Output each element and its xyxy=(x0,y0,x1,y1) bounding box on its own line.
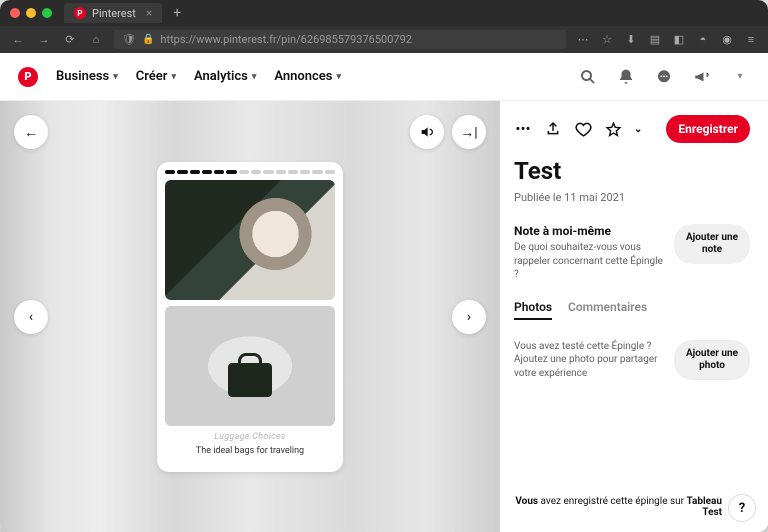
tried-section: Vous avez testé cette Épingle ? Ajoutez … xyxy=(514,340,750,381)
star-icon[interactable]: ☆ xyxy=(600,33,614,47)
story-image-2 xyxy=(165,306,335,426)
story-subcaption: The ideal bags for traveling xyxy=(165,446,335,456)
account-icon[interactable]: ◉ xyxy=(720,33,734,47)
bag-illustration xyxy=(228,363,272,397)
action-row: ••• ⌄ Enregistrer xyxy=(514,115,750,143)
save-confirmation: Vous avez enregistré cette épingle sur T… xyxy=(514,496,722,518)
nav-home-icon[interactable]: ⌂ xyxy=(88,32,104,48)
heart-icon[interactable] xyxy=(574,120,592,138)
add-note-button[interactable]: Ajouter une note xyxy=(674,224,750,264)
nav-forward-icon[interactable]: → xyxy=(36,32,52,48)
chevron-down-icon: ▾ xyxy=(336,72,341,82)
new-tab-button[interactable]: + xyxy=(168,4,186,22)
note-heading: Note à moi-même xyxy=(514,224,664,238)
pin-title: Test xyxy=(514,157,750,185)
note-body: De quoi souhaitez-vous vous rappeler con… xyxy=(514,241,664,282)
tried-body: Vous avez testé cette Épingle ? Ajoutez … xyxy=(514,340,664,381)
save-button[interactable]: Enregistrer xyxy=(666,115,750,143)
chevron-down-icon: ▾ xyxy=(113,72,118,82)
minimize-window-button[interactable] xyxy=(26,8,36,18)
shield2-icon[interactable]: ◓ xyxy=(696,33,710,47)
browser-toolbar: ← → ⟳ ⌂ 🛡 🔒 https://www.pinterest.fr/pin… xyxy=(0,26,768,53)
shield-icon: 🛡 xyxy=(122,33,136,46)
note-section: Note à moi-même De quoi souhaitez-vous v… xyxy=(514,224,750,282)
nav-business[interactable]: Business▾ xyxy=(56,69,118,84)
story-progress xyxy=(165,170,335,174)
prev-button[interactable]: ‹ xyxy=(14,300,48,334)
toolbar-right-icons: ⋯ ☆ ⬇ ▤ ◧ ◓ ◉ ≡ xyxy=(576,33,758,47)
lock-icon: 🔒 xyxy=(142,34,154,45)
messages-icon[interactable] xyxy=(654,67,674,87)
url-text: https://www.pinterest.fr/pin/62698557937… xyxy=(160,33,412,46)
nav-ads[interactable]: Annonces▾ xyxy=(274,69,341,84)
library-icon[interactable]: ▤ xyxy=(648,33,662,47)
window-controls xyxy=(10,8,52,18)
site-header: P Business▾ Créer▾ Analytics▾ Annonces▾ … xyxy=(0,53,768,101)
next-button[interactable]: › xyxy=(452,300,486,334)
tab-photos[interactable]: Photos xyxy=(514,300,552,320)
help-button[interactable]: ? xyxy=(728,494,756,522)
menu-icon[interactable]: ≡ xyxy=(744,33,758,47)
sidebar-icon[interactable]: ◧ xyxy=(672,33,686,47)
pin-date: Publiée le 11 mai 2021 xyxy=(514,191,750,204)
star-outline-icon[interactable] xyxy=(604,120,622,138)
browser-tab[interactable]: P Pinterest × xyxy=(64,3,162,23)
back-button[interactable]: ← xyxy=(14,115,48,149)
downloads-icon[interactable]: ⬇ xyxy=(624,33,638,47)
pin-viewer: ← →| ‹ › Luggage Choices The ideal bags … xyxy=(0,101,500,532)
browser-window: P Pinterest × + ← → ⟳ ⌂ 🛡 🔒 https://www.… xyxy=(0,0,768,532)
pinterest-logo[interactable]: P xyxy=(18,67,38,87)
nav-reload-icon[interactable]: ⟳ xyxy=(62,32,78,48)
account-chevron-icon[interactable]: ▾ xyxy=(730,67,750,87)
detail-tabs: Photos Commentaires xyxy=(514,300,750,320)
story-image-1 xyxy=(165,180,335,300)
browser-titlebar: P Pinterest × + xyxy=(0,0,768,26)
tab-title: Pinterest xyxy=(92,7,136,20)
overflow-icon[interactable]: ⋯ xyxy=(576,33,590,47)
search-icon[interactable] xyxy=(578,67,598,87)
details-panel: ••• ⌄ Enregistrer Test Publiée le 11 mai… xyxy=(500,101,768,532)
content-area: ← →| ‹ › Luggage Choices The ideal bags … xyxy=(0,101,768,532)
board-chevron-icon[interactable]: ⌄ xyxy=(634,124,642,135)
story-caption: Luggage Choices xyxy=(165,432,335,442)
share-icon[interactable] xyxy=(544,120,562,138)
bell-icon[interactable] xyxy=(616,67,636,87)
close-window-button[interactable] xyxy=(10,8,20,18)
nav-analytics[interactable]: Analytics▾ xyxy=(194,69,256,84)
chevron-down-icon: ▾ xyxy=(252,72,257,82)
nav-create[interactable]: Créer▾ xyxy=(136,69,176,84)
add-photo-button[interactable]: Ajouter une photo xyxy=(674,340,750,380)
tab-comments[interactable]: Commentaires xyxy=(568,300,647,320)
maximize-window-button[interactable] xyxy=(42,8,52,18)
address-bar[interactable]: 🛡 🔒 https://www.pinterest.fr/pin/6269855… xyxy=(114,30,566,49)
volume-button[interactable] xyxy=(410,115,444,149)
close-tab-icon[interactable]: × xyxy=(146,6,152,20)
pinterest-favicon: P xyxy=(74,7,86,19)
story-card: Luggage Choices The ideal bags for trave… xyxy=(157,162,343,472)
nav-back-icon[interactable]: ← xyxy=(10,32,26,48)
chevron-down-icon: ▾ xyxy=(171,72,176,82)
megaphone-icon[interactable] xyxy=(692,67,712,87)
more-icon[interactable]: ••• xyxy=(514,120,532,138)
skip-end-button[interactable]: →| xyxy=(452,115,486,149)
